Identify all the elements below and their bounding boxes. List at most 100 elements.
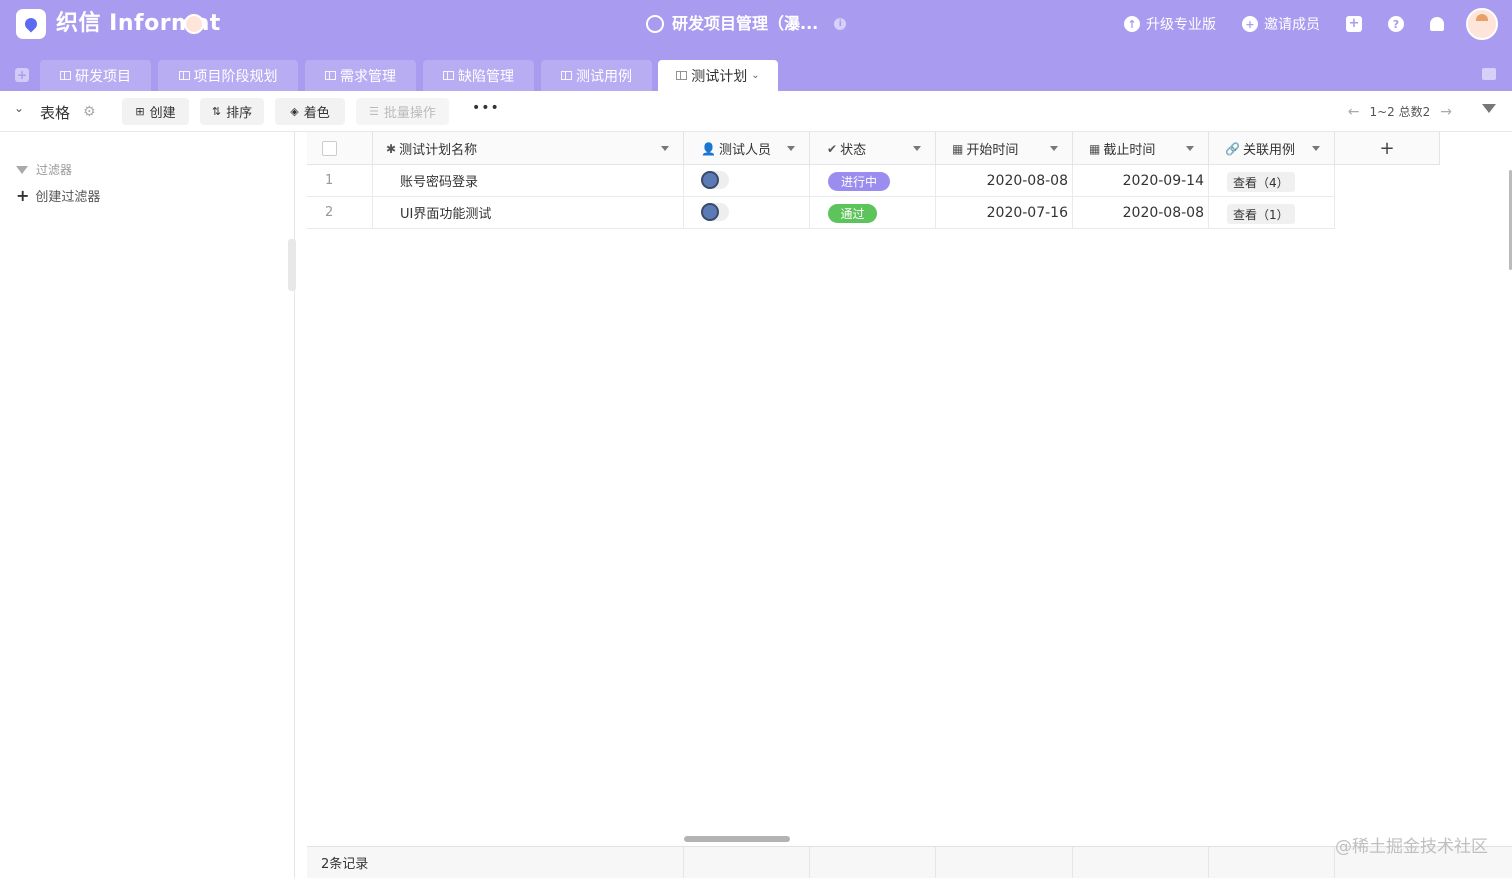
view-cases-button[interactable]: 查看（4）: [1227, 172, 1295, 192]
table-row[interactable]: 2 UI界面功能测试 通过 2020-07-16 2020-08-08 查看（1…: [307, 197, 1335, 229]
help-icon[interactable]: ?: [1388, 16, 1404, 32]
create-filter-button[interactable]: + 创建过滤器: [16, 186, 100, 205]
column-header[interactable]: ▦ 截止时间: [1073, 132, 1209, 165]
status-cell[interactable]: 通过: [810, 197, 936, 228]
tester-cell[interactable]: [684, 197, 810, 228]
tab-label: 需求管理: [340, 68, 396, 85]
upgrade-button[interactable]: ↑ 升级专业版: [1124, 14, 1216, 34]
horizontal-scrollbar[interactable]: [684, 836, 790, 842]
caret-down-icon[interactable]: [913, 146, 921, 151]
user-avatar[interactable]: [1466, 8, 1498, 40]
table-header: ✱ 测试计划名称 👤 测试人员 ✔ 状态 ▦ 开始时间 ▦ 截止时间 🔗 关联用…: [307, 132, 1440, 165]
check-circle-icon: ✔: [827, 141, 838, 156]
avatar: [701, 203, 719, 221]
gear-icon[interactable]: ⚙: [83, 104, 96, 120]
column-label: 关联用例: [1242, 143, 1295, 158]
column-label: 开始时间: [966, 143, 1019, 158]
invite-label: 邀请成员: [1264, 17, 1320, 33]
column-header[interactable]: 👤 测试人员: [684, 132, 810, 165]
view-cases-button[interactable]: 查看（1）: [1227, 204, 1295, 224]
filter-sidebar: 过滤器 + 创建过滤器: [0, 132, 295, 878]
tab-item[interactable]: 需求管理: [305, 60, 416, 91]
tab-item[interactable]: 项目阶段规划: [158, 60, 298, 91]
column-header[interactable]: ✔ 状态: [810, 132, 936, 165]
create-label: 创建: [149, 106, 176, 121]
caret-down-icon[interactable]: [1312, 146, 1320, 151]
color-label: 着色: [303, 106, 330, 121]
asterisk-icon: ✱: [386, 141, 397, 156]
color-button[interactable]: ◈ 着色: [275, 98, 345, 125]
batch-button[interactable]: ☰ 批量操作: [356, 98, 449, 125]
grid-icon: [561, 71, 572, 80]
arrow-right-icon[interactable]: →: [1440, 104, 1452, 120]
plus-icon: +: [16, 186, 30, 205]
status-badge: 进行中: [828, 172, 890, 191]
add-tab-icon[interactable]: +: [15, 68, 29, 82]
bell-icon[interactable]: [1430, 17, 1444, 31]
caret-down-icon[interactable]: [661, 146, 669, 151]
arrow-left-icon[interactable]: ←: [1348, 104, 1360, 120]
caret-down-icon[interactable]: [1050, 146, 1058, 151]
view-name[interactable]: 表格: [40, 102, 70, 123]
tester-avatar-toggle[interactable]: [701, 203, 729, 221]
chevron-down-icon[interactable]: ⌄: [751, 70, 759, 81]
end-date-cell[interactable]: 2020-08-08: [1073, 197, 1209, 228]
filter-icon[interactable]: [1482, 104, 1496, 113]
tab-label: 测试用例: [576, 68, 632, 85]
list-icon: ☰: [369, 105, 379, 118]
tester-cell[interactable]: [684, 165, 810, 196]
add-square-icon[interactable]: +: [1346, 16, 1362, 32]
top-right-actions: ↑ 升级专业版 + 邀请成员 + ?: [1124, 0, 1512, 48]
start-date-cell[interactable]: 2020-07-16: [936, 197, 1073, 228]
more-icon[interactable]: •••: [472, 100, 500, 116]
tab-item[interactable]: 缺陷管理: [423, 60, 534, 91]
tab-label: 缺陷管理: [458, 68, 514, 85]
avatar: [701, 171, 719, 189]
sidebar-collapse-handle[interactable]: [288, 239, 296, 291]
footer-cell: [936, 847, 1073, 878]
tab-item-active[interactable]: 测试计划 ⌄: [658, 60, 778, 91]
plan-name-cell[interactable]: UI界面功能测试: [373, 197, 684, 228]
end-date-cell[interactable]: 2020-09-14: [1073, 165, 1209, 196]
caret-down-icon[interactable]: [787, 146, 795, 151]
app-title[interactable]: 研发项目管理（瀑...: [672, 13, 818, 35]
column-header[interactable]: 🔗 关联用例: [1209, 132, 1335, 165]
upgrade-label: 升级专业版: [1146, 17, 1216, 33]
chevron-down-icon[interactable]: ⌄: [14, 101, 24, 115]
create-button[interactable]: ⊞ 创建: [122, 98, 189, 125]
plan-name-cell[interactable]: 账号密码登录: [373, 165, 684, 196]
table-row[interactable]: 1 账号密码登录 进行中 2020-08-08 2020-09-14 查看（4）: [307, 165, 1335, 197]
tester-avatar-toggle[interactable]: [701, 171, 729, 189]
batch-label: 批量操作: [383, 106, 436, 121]
invite-button[interactable]: + 邀请成员: [1242, 14, 1320, 34]
pager: ← 1~2 总数2 →: [1348, 103, 1452, 120]
column-header[interactable]: ✱ 测试计划名称: [373, 132, 684, 165]
tab-item[interactable]: 测试用例: [541, 60, 652, 91]
filter-section-title: 过滤器: [16, 161, 72, 178]
copy-icon[interactable]: [1482, 68, 1496, 80]
start-date-cell[interactable]: 2020-08-08: [936, 165, 1073, 196]
linked-cases-cell: 查看（1）: [1209, 197, 1335, 228]
filter-title: 过滤器: [36, 163, 73, 177]
status-badge: 通过: [828, 204, 877, 223]
status-cell[interactable]: 进行中: [810, 165, 936, 196]
add-user-icon: +: [1242, 16, 1258, 32]
select-all-checkbox[interactable]: [322, 141, 337, 156]
footer-cell: [684, 847, 810, 878]
column-header[interactable]: ▦ 开始时间: [936, 132, 1073, 165]
caret-down-icon[interactable]: [1186, 146, 1194, 151]
footer-cell: [1209, 847, 1335, 878]
logo-icon[interactable]: [16, 9, 46, 39]
tab-bar: + 研发项目 项目阶段规划 需求管理 缺陷管理 测试用例 测试计划 ⌄: [0, 60, 1512, 91]
column-label: 测试计划名称: [399, 143, 478, 158]
info-icon[interactable]: i: [834, 18, 847, 30]
create-filter-label: 创建过滤器: [35, 190, 101, 205]
header-select-cell: [307, 132, 373, 165]
calendar-icon: ▦: [952, 141, 964, 156]
funnel-icon: [16, 165, 28, 174]
tab-item[interactable]: 研发项目: [40, 60, 151, 91]
sort-button[interactable]: ⇅ 排序: [200, 98, 264, 125]
add-column-button[interactable]: +: [1335, 132, 1440, 165]
workspace-avatar[interactable]: [184, 14, 204, 34]
data-grid: ✱ 测试计划名称 👤 测试人员 ✔ 状态 ▦ 开始时间 ▦ 截止时间 🔗 关联用…: [307, 132, 1512, 878]
